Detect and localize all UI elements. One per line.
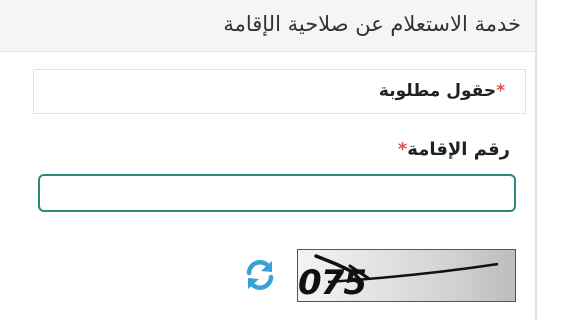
required-asterisk: * xyxy=(496,81,505,101)
captcha-graphic: 2075 xyxy=(298,254,499,302)
captcha-text: 2075 xyxy=(298,263,366,302)
required-fields-label: حقول مطلوبة xyxy=(378,81,497,101)
iqama-required-asterisk: * xyxy=(397,139,408,160)
required-fields-note: *حقول مطلوبة xyxy=(33,69,526,114)
iqama-number-label: رقم الإقامة* xyxy=(398,139,510,160)
refresh-captcha-button[interactable] xyxy=(243,258,277,292)
panel-title: خدمة الاستعلام عن صلاحية الإقامة xyxy=(223,12,521,36)
service-panel: خدمة الاستعلام عن صلاحية الإقامة *حقول م… xyxy=(0,0,537,321)
required-fields-text: *حقول مطلوبة xyxy=(379,81,505,101)
captcha-image: 2075 xyxy=(297,249,516,302)
refresh-icon xyxy=(246,260,274,290)
iqama-number-label-text: رقم الإقامة xyxy=(407,139,510,160)
panel-header: خدمة الاستعلام عن صلاحية الإقامة xyxy=(0,0,535,52)
iqama-number-input[interactable] xyxy=(38,174,516,212)
